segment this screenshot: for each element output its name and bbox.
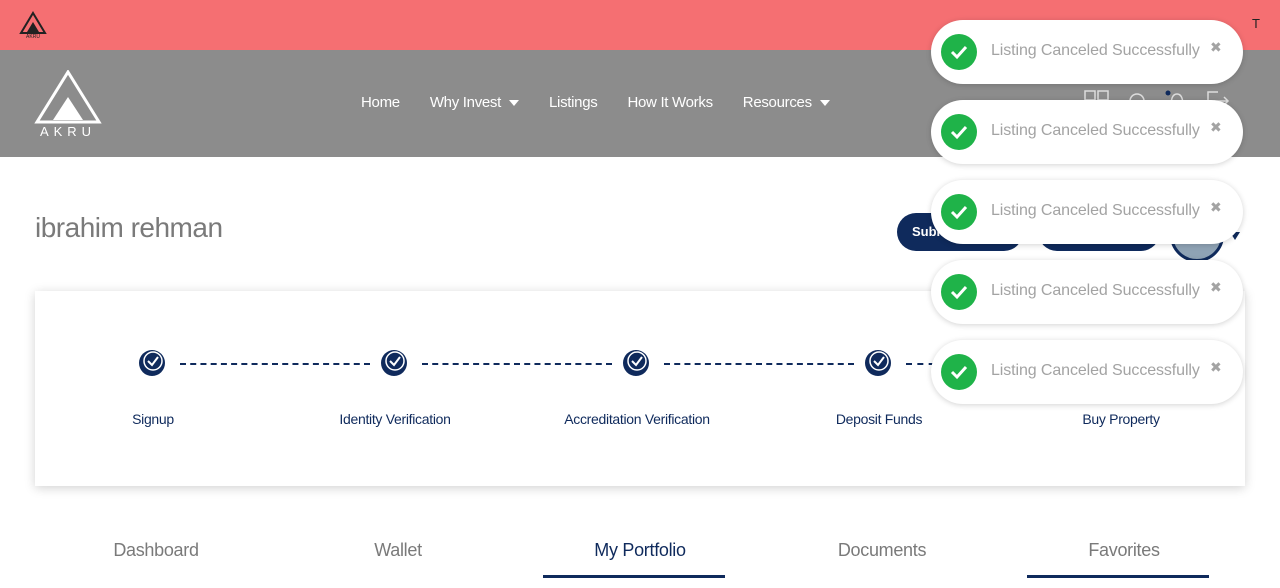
logo-text: AKRU bbox=[40, 124, 96, 139]
success-check-icon bbox=[941, 194, 977, 230]
nav-links: Home Why Invest Listings How It Works Re… bbox=[361, 94, 860, 111]
step-check-icon bbox=[865, 350, 891, 376]
step-check-icon bbox=[139, 350, 165, 376]
step-label: Deposit Funds bbox=[835, 411, 923, 427]
tab-indicator bbox=[1027, 575, 1209, 578]
tab-my-portfolio[interactable]: My Portfolio bbox=[594, 540, 686, 561]
close-icon[interactable]: ✖ bbox=[1210, 359, 1222, 376]
nav-why-invest[interactable]: Why Invest bbox=[430, 94, 519, 111]
success-check-icon bbox=[941, 274, 977, 310]
tab-dashboard[interactable]: Dashboard bbox=[113, 540, 199, 561]
toast-notification: Listing Canceled Successfully ✖ bbox=[931, 100, 1243, 164]
step-check-icon bbox=[381, 350, 407, 376]
toast-message: Listing Canceled Successfully bbox=[991, 122, 1200, 139]
nav-label: Home bbox=[361, 94, 400, 111]
akru-logo[interactable]: AKRU bbox=[33, 70, 103, 140]
step-label: Signup bbox=[132, 411, 174, 427]
nav-label: Resources bbox=[742, 94, 812, 111]
mini-logo-text: AKRU bbox=[26, 34, 40, 39]
nav-listings[interactable]: Listings bbox=[549, 94, 598, 111]
nav-resources[interactable]: Resources bbox=[743, 94, 830, 111]
nav-label: Why Invest bbox=[429, 94, 501, 111]
toast-notification: Listing Canceled Successfully ✖ bbox=[931, 20, 1243, 84]
toast-notification: Listing Canceled Successfully ✖ bbox=[931, 180, 1243, 244]
close-icon[interactable]: ✖ bbox=[1210, 39, 1222, 56]
step-check-icon bbox=[623, 350, 649, 376]
toast-notification: Listing Canceled Successfully ✖ bbox=[931, 340, 1243, 404]
toast-message: Listing Canceled Successfully bbox=[991, 202, 1200, 219]
nav-label: Listings bbox=[549, 94, 598, 111]
corner-initial: T bbox=[1252, 16, 1260, 31]
step-label: Identity Verification bbox=[339, 411, 451, 427]
success-check-icon bbox=[941, 354, 977, 390]
tab-favorites[interactable]: Favorites bbox=[1088, 540, 1160, 561]
tab-documents[interactable]: Documents bbox=[838, 540, 927, 561]
step-connector bbox=[422, 363, 612, 365]
toast-notification: Listing Canceled Successfully ✖ bbox=[931, 260, 1243, 324]
nav-how-it-works[interactable]: How It Works bbox=[627, 94, 713, 111]
close-icon[interactable]: ✖ bbox=[1210, 119, 1222, 136]
user-name: ibrahim rehman bbox=[35, 212, 223, 243]
chevron-down-icon bbox=[819, 100, 830, 106]
toast-message: Listing Canceled Successfully bbox=[991, 42, 1200, 59]
success-check-icon bbox=[941, 34, 977, 70]
active-tab-indicator bbox=[543, 575, 725, 578]
nav-label: How It Works bbox=[627, 94, 713, 111]
nav-home[interactable]: Home bbox=[361, 94, 400, 111]
step-connector bbox=[180, 363, 370, 365]
close-icon[interactable]: ✖ bbox=[1210, 279, 1222, 296]
step-connector bbox=[664, 363, 854, 365]
close-icon[interactable]: ✖ bbox=[1210, 199, 1222, 216]
success-check-icon bbox=[941, 114, 977, 150]
tab-wallet[interactable]: Wallet bbox=[374, 540, 422, 561]
step-label: Buy Property bbox=[1082, 411, 1160, 427]
akru-mini-logo[interactable]: AKRU bbox=[19, 11, 47, 39]
toast-message: Listing Canceled Successfully bbox=[991, 282, 1200, 299]
toast-message: Listing Canceled Successfully bbox=[991, 362, 1200, 379]
step-label: Accreditation Verification bbox=[564, 411, 710, 427]
chevron-down-icon bbox=[509, 100, 519, 106]
